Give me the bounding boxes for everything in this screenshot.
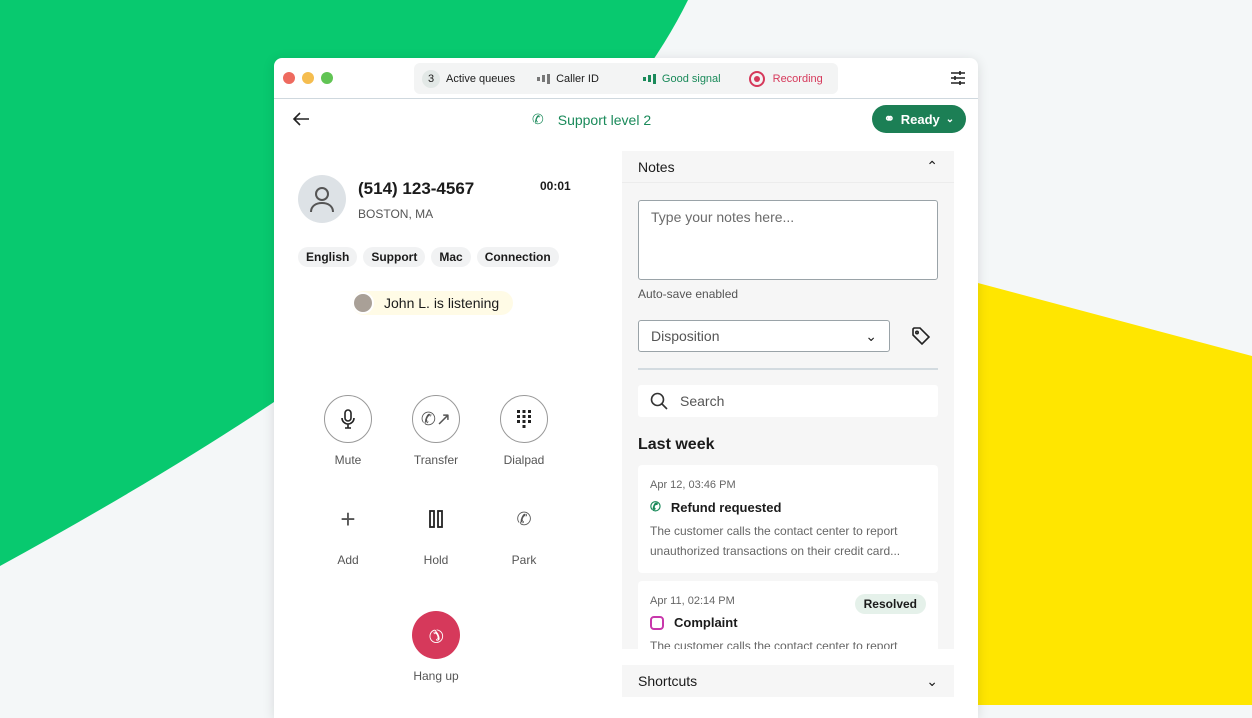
phone-transfer-icon: ✆↗ bbox=[420, 408, 452, 429]
signal-label: Good signal bbox=[661, 72, 721, 85]
back-arrow-icon[interactable] bbox=[292, 111, 310, 127]
settings-sliders-icon[interactable] bbox=[950, 70, 966, 86]
add-button[interactable]: + Add bbox=[308, 495, 388, 568]
active-queues-label: Active queues bbox=[446, 72, 516, 85]
headset-icon: ⚭ bbox=[883, 111, 895, 126]
notes-panel: Notes ⌃ Type your notes here... Auto-save… bbox=[622, 151, 954, 649]
notes-header[interactable]: Notes ⌃ bbox=[622, 151, 954, 183]
queue-count-badge: 3 bbox=[422, 69, 440, 88]
chevron-down-icon: ⌄ bbox=[865, 327, 877, 344]
close-window-button[interactable] bbox=[283, 72, 295, 84]
phone-app-window: 3 Active queues Caller ID Good signal Re… bbox=[274, 58, 978, 718]
instagram-icon bbox=[650, 615, 664, 630]
notes-textarea[interactable]: Type your notes here... bbox=[638, 200, 938, 280]
listener-indicator: John L. is listening bbox=[352, 291, 514, 315]
chevron-down-icon: ⌄ bbox=[945, 113, 955, 125]
shortcuts-header[interactable]: Shortcuts ⌄ bbox=[622, 665, 954, 697]
pause-icon bbox=[429, 510, 443, 528]
tag: Support bbox=[363, 247, 426, 267]
phone-park-icon: ✆ bbox=[516, 508, 532, 529]
agent-status-dropdown[interactable]: ⚭ Ready ⌄ bbox=[872, 105, 966, 133]
tag: English bbox=[298, 247, 358, 267]
transfer-button[interactable]: ✆↗ Transfer bbox=[396, 395, 476, 467]
call-panel: (514) 123-4567 BOSTON, MA 00:01 English … bbox=[274, 141, 614, 718]
status-bar: 3 Active queues Caller ID Good signal Re… bbox=[414, 63, 838, 94]
status-badge: Resolved bbox=[854, 594, 926, 614]
side-panel: Notes ⌃ Type your notes here... Auto-save… bbox=[622, 151, 954, 718]
history-search-input[interactable]: Search bbox=[638, 385, 938, 417]
chevron-down-icon: ⌄ bbox=[926, 672, 938, 689]
phone-icon: ✆ bbox=[650, 499, 661, 514]
tag: Connection bbox=[476, 247, 559, 267]
caller-phone-number: (514) 123-4567 bbox=[358, 179, 475, 198]
caller-id-label: Caller ID bbox=[556, 72, 599, 85]
caller-location: BOSTON, MA bbox=[358, 207, 434, 221]
recording-icon bbox=[748, 70, 765, 87]
dialpad-button[interactable]: Dialpad bbox=[484, 395, 564, 467]
search-icon bbox=[650, 392, 668, 410]
history-item[interactable]: Apr 12, 03:46 PM ✆ Refund requested The c… bbox=[638, 465, 938, 573]
chevron-up-icon: ⌃ bbox=[926, 158, 938, 174]
tag-icon[interactable] bbox=[912, 327, 930, 345]
minimize-window-button[interactable] bbox=[302, 72, 314, 84]
listener-avatar bbox=[352, 292, 374, 314]
mute-button[interactable]: Mute bbox=[308, 395, 388, 467]
dialpad-icon bbox=[517, 410, 531, 428]
hangup-phone-icon: ✆ bbox=[423, 622, 449, 648]
recording-label: Recording bbox=[772, 72, 823, 85]
disposition-select[interactable]: Disposition ⌄ bbox=[638, 320, 890, 352]
user-icon bbox=[310, 187, 334, 213]
caller-tags: English Support Mac Connection bbox=[298, 247, 559, 267]
queue-name: ✆ Support level 2 bbox=[532, 111, 652, 128]
hangup-button[interactable]: ✆ Hang up bbox=[396, 611, 476, 683]
phone-icon: ✆ bbox=[532, 111, 544, 127]
caller-id-signal-icon bbox=[537, 73, 551, 84]
microphone-icon bbox=[341, 409, 355, 429]
history-section-title: Last week bbox=[638, 436, 715, 453]
hold-button[interactable]: Hold bbox=[396, 495, 476, 567]
park-button[interactable]: ✆ Park bbox=[484, 495, 564, 568]
title-bar: 3 Active queues Caller ID Good signal Re… bbox=[274, 58, 978, 99]
call-timer: 00:01 bbox=[540, 179, 571, 193]
call-header: ✆ Support level 2 ⚭ Ready ⌄ bbox=[274, 99, 978, 141]
tag: Mac bbox=[431, 247, 471, 267]
maximize-window-button[interactable] bbox=[321, 72, 333, 84]
divider bbox=[638, 368, 938, 370]
caller-avatar bbox=[298, 175, 346, 223]
history-item[interactable]: Apr 11, 02:14 PM Resolved Complaint The … bbox=[638, 581, 938, 649]
signal-icon bbox=[642, 73, 656, 84]
plus-icon: + bbox=[340, 503, 356, 534]
autosave-label: Auto-save enabled bbox=[638, 287, 739, 301]
